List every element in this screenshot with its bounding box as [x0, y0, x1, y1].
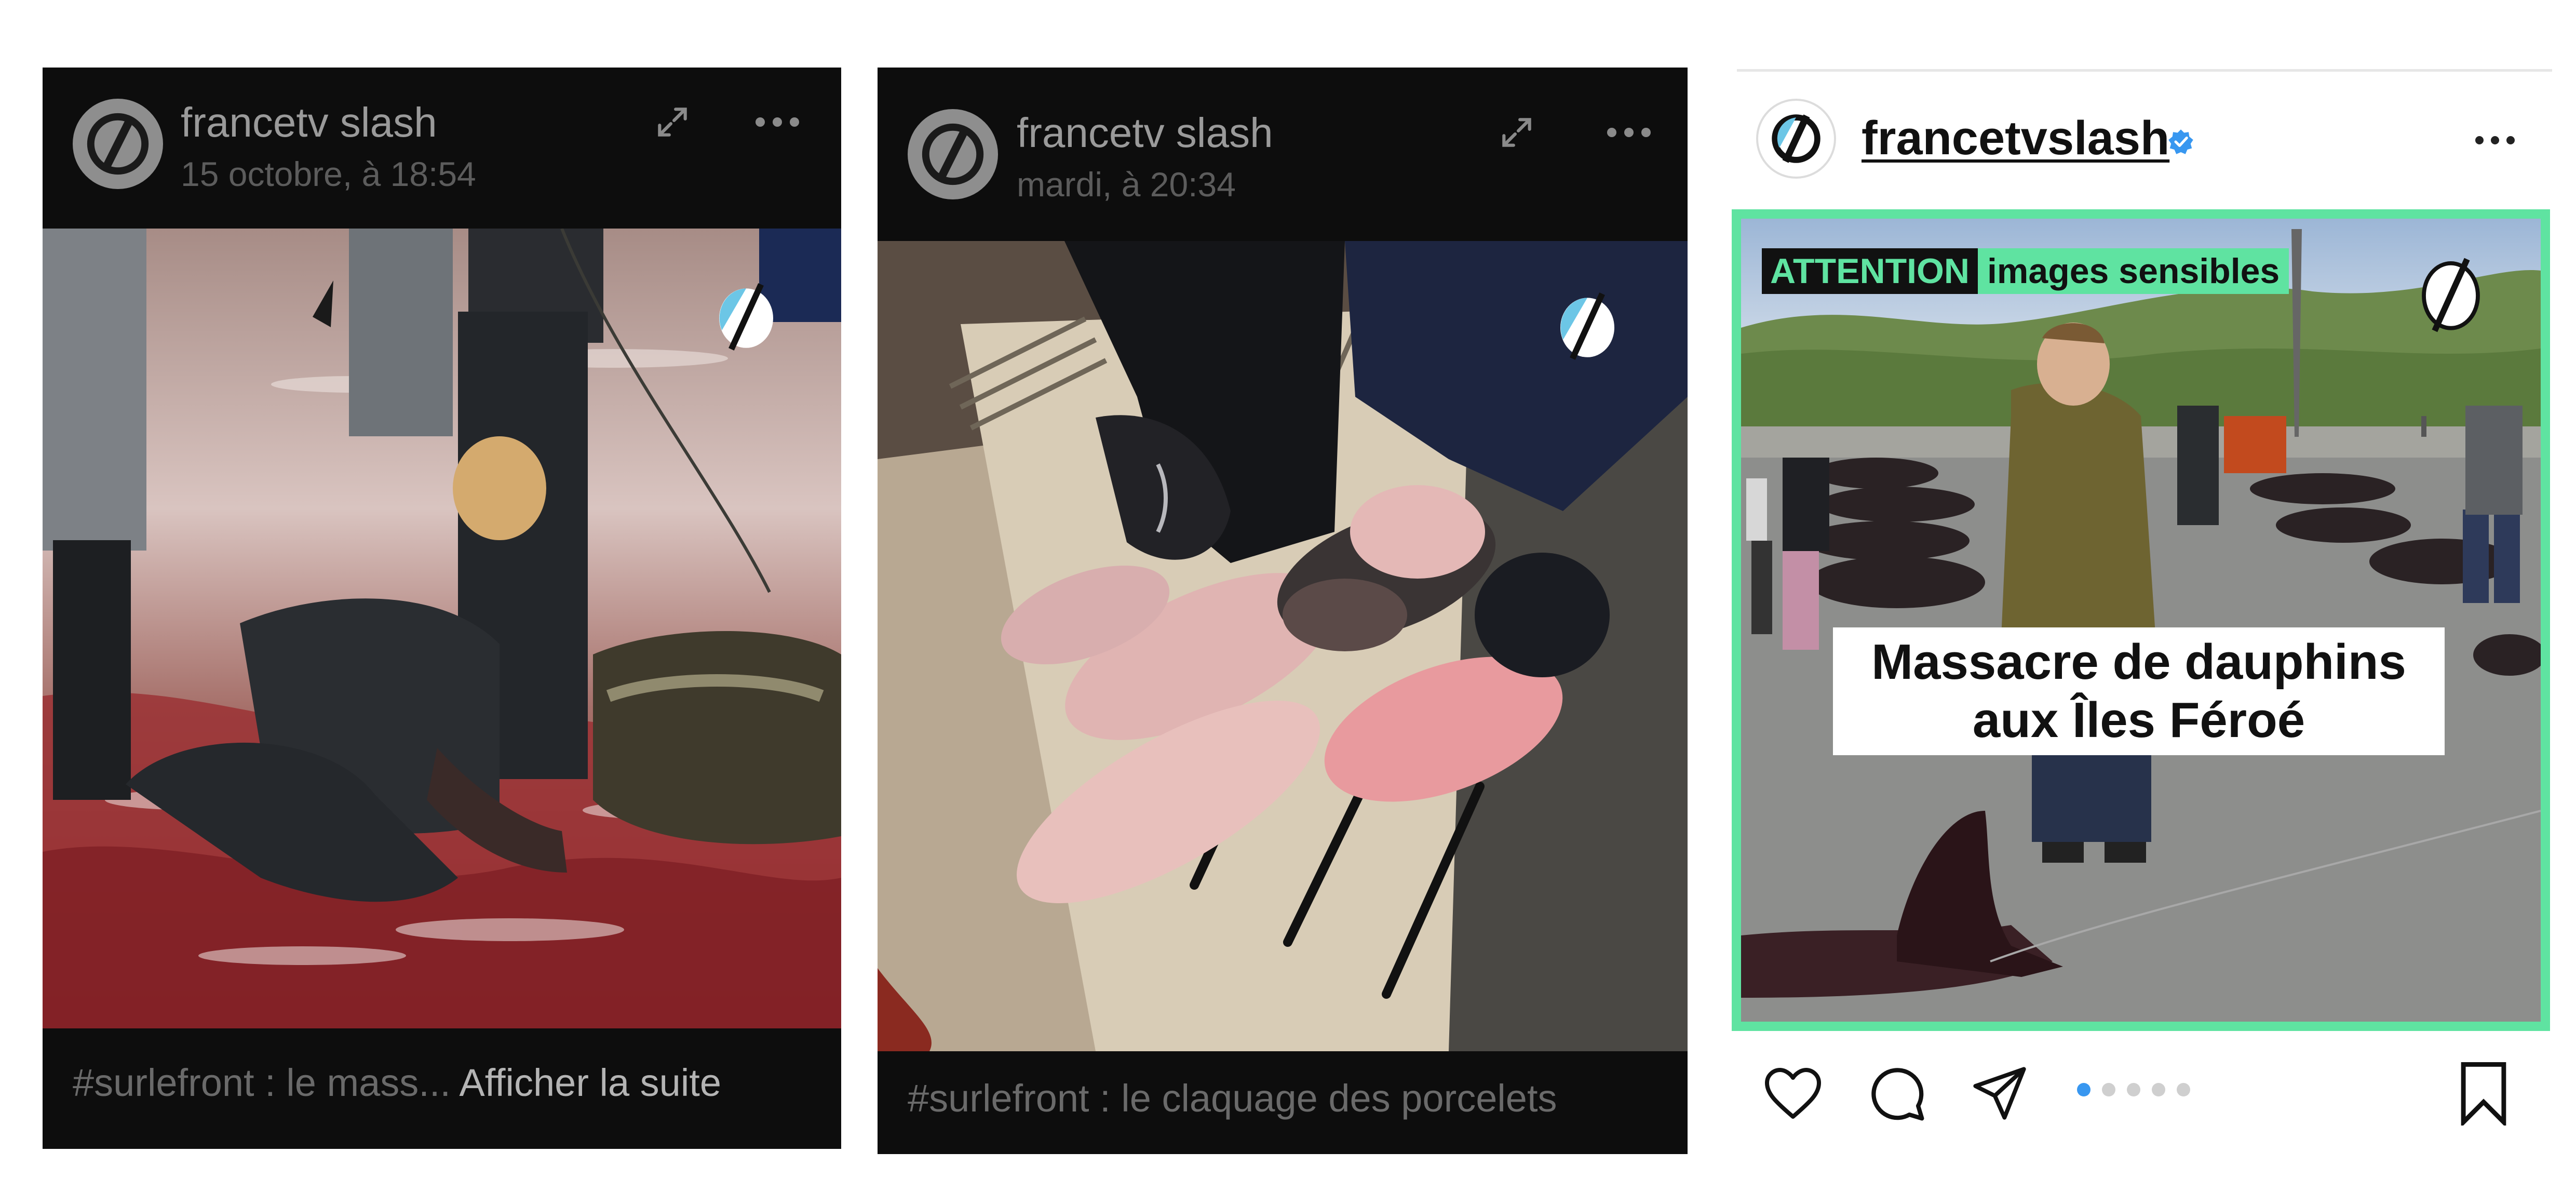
card-top-border: [1737, 69, 2552, 72]
more-icon[interactable]: [749, 99, 806, 145]
slash-logo-icon: [922, 123, 984, 185]
carousel-dot: [2127, 1083, 2140, 1096]
username[interactable]: francetvslash: [1862, 114, 2169, 162]
post-timestamp: mardi, à 20:34: [1017, 165, 1236, 204]
sensitive-content-badge: ATTENTION images sensibles: [1762, 248, 2289, 294]
slash-logo-icon: [1772, 114, 1820, 163]
headline-line-2: aux Îles Féroé: [1972, 692, 2305, 748]
slash-watermark-icon: [2417, 248, 2485, 342]
slash-watermark-icon: [1554, 285, 1621, 368]
username[interactable]: francetv slash: [1017, 112, 1273, 154]
post-caption: #surlefront : le claquage des porcelets: [908, 1077, 1557, 1120]
post-card-1: francetv slash 15 octobre, à 18:54 #surl…: [43, 68, 841, 1149]
badge-attention: ATTENTION: [1762, 248, 1978, 294]
avatar[interactable]: [73, 99, 163, 189]
image-headline: Massacre de dauphins aux Îles Féroé: [1833, 627, 2445, 755]
slash-watermark-icon: [712, 275, 780, 358]
carousel-dot: [2152, 1083, 2165, 1096]
expand-icon[interactable]: [649, 99, 696, 145]
carousel-dot-active: [2077, 1083, 2091, 1096]
bookmark-icon[interactable]: [2450, 1060, 2517, 1127]
avatar[interactable]: [1756, 99, 1836, 179]
caption-text: #surlefront : le mass...: [73, 1061, 451, 1104]
comment-icon[interactable]: [1863, 1060, 1931, 1127]
carousel-indicator: [2077, 1083, 2190, 1096]
headline-line-1: Massacre de dauphins: [1871, 634, 2406, 690]
carousel-dot: [2177, 1083, 2190, 1096]
more-icon[interactable]: [2466, 119, 2524, 161]
carousel-dot: [2102, 1083, 2115, 1096]
verified-icon: [2168, 129, 2194, 155]
post-card-2: francetv slash mardi, à 20:34 #surlefron…: [878, 68, 1688, 1154]
post-timestamp: 15 octobre, à 18:54: [181, 155, 476, 193]
more-icon[interactable]: [1600, 109, 1657, 156]
share-icon[interactable]: [1966, 1060, 2033, 1127]
avatar[interactable]: [908, 109, 998, 199]
heart-icon[interactable]: [1759, 1060, 1827, 1127]
badge-sensitive: images sensibles: [1978, 248, 2289, 294]
post-caption: #surlefront : le mass... Afficher la sui…: [73, 1064, 721, 1102]
username[interactable]: francetv slash: [181, 102, 437, 143]
slash-logo-icon: [87, 113, 149, 175]
expand-icon[interactable]: [1493, 109, 1540, 156]
show-more-link[interactable]: Afficher la suite: [459, 1061, 721, 1104]
